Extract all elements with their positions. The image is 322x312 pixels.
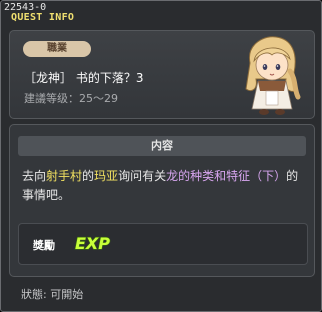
description-segment: 玛亚 [94,169,119,183]
recommended-level: 建議等级：25～29 [24,92,118,105]
exp-reward-icon: EXP [74,233,110,253]
quest-description: 去向射手村的玛亚询问有关龙的种类和特征（下）的事情吧。 [22,167,307,205]
quest-info-window: 22543-0 QUEST INFO 職業 ［龙神］ 书的下落？3 建議等级：2… [0,0,322,312]
quest-content-card: 内容 去向射手村的玛亚询问有关龙的种类和特征（下）的事情吧。 獎勵 EXP [9,124,315,277]
description-segment: 龙的种类和特征（下） [166,169,287,183]
description-segment: 询问有关 [118,169,167,183]
npc-portrait-icon [245,36,301,115]
quest-name: ［龙神］ 书的下落？3 [24,71,144,85]
window-title: QUEST INFO [11,12,75,23]
reward-label: 獎勵 [33,239,55,252]
exp-text: EXP [75,234,110,253]
description-segment: 去向 [22,169,47,183]
quest-status: 狀態: 可開始 [21,288,84,301]
description-segment: 射手村 [46,169,83,183]
reward-box: 獎勵 EXP [18,223,308,265]
content-header: 内容 [18,136,306,156]
job-badge: 職業 [23,41,91,57]
quest-summary-card: 職業 ［龙神］ 书的下落？3 建議等级：25～29 [9,30,315,119]
description-segment: 的 [82,169,95,183]
